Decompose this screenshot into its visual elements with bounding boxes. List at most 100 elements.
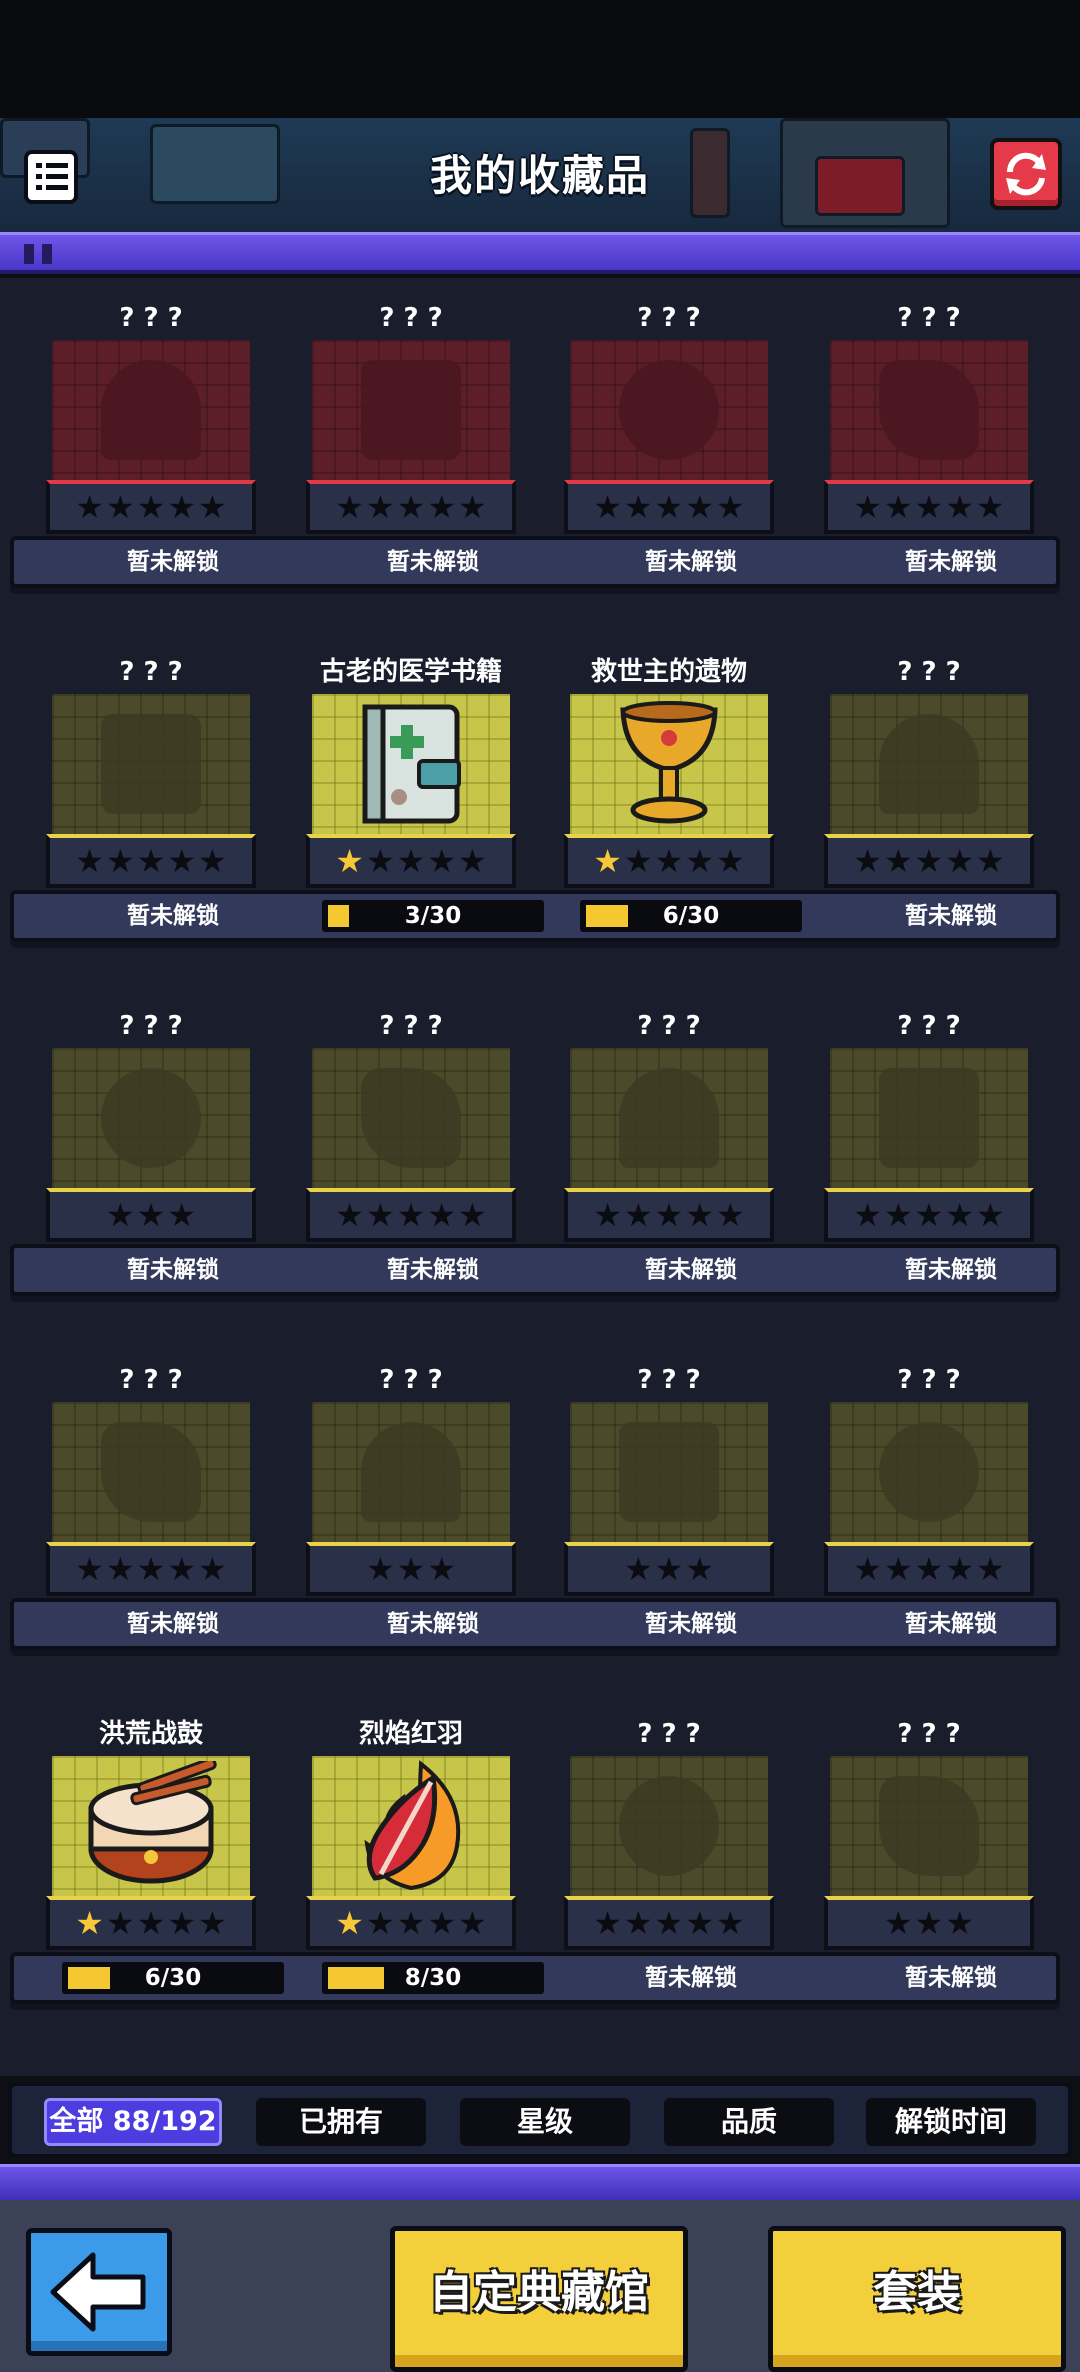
- filter-owned-button[interactable]: 已拥有: [256, 2098, 426, 2146]
- refresh-button[interactable]: [990, 138, 1062, 210]
- collect-progress-bar: 6/30: [62, 1962, 284, 1994]
- star-empty-icon: ★: [654, 1550, 684, 1588]
- bottom-divider-bar: [0, 2164, 1080, 2200]
- filter-all-button[interactable]: 全部 88/192: [44, 2098, 222, 2146]
- locked-status-label: 暂未解锁: [127, 549, 219, 575]
- locked-status-label: 暂未解锁: [127, 1611, 219, 1637]
- star-empty-icon: ★: [945, 1196, 975, 1234]
- filter-unlock-time-button[interactable]: 解锁时间: [866, 2098, 1036, 2146]
- star-empty-icon: ★: [458, 488, 487, 526]
- star-rating: ★ ★ ★ ★ ★: [46, 1542, 256, 1596]
- collectible-tile: [312, 1048, 510, 1188]
- star-rating: ★ ★ ★ ★ ★: [306, 834, 516, 888]
- filter-star-button[interactable]: 星级: [460, 2098, 630, 2146]
- star-empty-icon: ★: [685, 1196, 715, 1234]
- star-empty-icon: ★: [685, 842, 715, 880]
- collectible-tile: [312, 340, 510, 480]
- collectible-tile: [312, 1756, 510, 1896]
- custom-gallery-button[interactable]: 自定典藏馆: [390, 2226, 688, 2372]
- star-empty-icon: ★: [853, 1196, 882, 1234]
- star-filled-icon: ★: [335, 842, 364, 880]
- locked-silhouette-icon: [879, 1422, 979, 1522]
- star-empty-icon: ★: [167, 1904, 197, 1942]
- collectible-name: ? ? ?: [119, 657, 183, 687]
- star-empty-icon: ★: [685, 1904, 715, 1942]
- star-rating: ★ ★ ★ ★ ★: [564, 1896, 774, 1950]
- star-empty-icon: ★: [976, 842, 1005, 880]
- status-bar: [0, 0, 1080, 118]
- collectible-frame: ★ ★ ★ ★ ★: [564, 340, 774, 534]
- collectible-tile: [570, 694, 768, 834]
- back-button[interactable]: [26, 2228, 172, 2356]
- collectible-frame: ★ ★ ★ ★ ★: [824, 1048, 1034, 1242]
- collect-progress-bar: 6/30: [580, 900, 802, 932]
- collect-progress-bar: 3/30: [322, 900, 544, 932]
- collectible-tile: [570, 1048, 768, 1188]
- collectible-name: ? ? ?: [897, 303, 961, 333]
- star-empty-icon: ★: [427, 1904, 457, 1942]
- locked-silhouette-icon: [879, 1776, 979, 1876]
- progress-text: 6/30: [144, 1965, 202, 1991]
- collectible-tile: [830, 1048, 1028, 1188]
- star-empty-icon: ★: [976, 1550, 1005, 1588]
- locked-silhouette-icon: [619, 1422, 719, 1522]
- locked-status-label: 暂未解锁: [387, 549, 479, 575]
- star-empty-icon: ★: [365, 1904, 395, 1942]
- collectible-frame: ★ ★ ★ ★ ★: [46, 1402, 256, 1596]
- filter-bar: 全部 88/192 已拥有 星级 品质 解锁时间: [8, 2082, 1072, 2158]
- star-empty-icon: ★: [945, 842, 975, 880]
- star-empty-icon: ★: [914, 1196, 944, 1234]
- collectible-frame: ★ ★ ★ ★ ★: [564, 694, 774, 888]
- locked-status-label: 暂未解锁: [905, 549, 997, 575]
- collectible-frame: ★ ★ ★ ★ ★: [306, 1048, 516, 1242]
- shelf-row: 暂未解锁 3/30 6/30 暂未解锁: [10, 890, 1060, 942]
- star-empty-icon: ★: [75, 1550, 104, 1588]
- collect-progress-bar: 8/30: [322, 1962, 544, 1994]
- star-empty-icon: ★: [883, 1550, 913, 1588]
- collectible-name: ? ? ?: [897, 657, 961, 687]
- star-empty-icon: ★: [716, 488, 745, 526]
- collectible-name: 洪荒战鼓: [98, 1719, 203, 1749]
- collectible-name: ? ? ?: [897, 1365, 961, 1395]
- collectible-name: 烈焰红羽: [358, 1719, 463, 1749]
- star-rating: ★ ★ ★ ★ ★: [306, 1188, 516, 1242]
- filter-quality-button[interactable]: 品质: [664, 2098, 834, 2146]
- star-empty-icon: ★: [593, 488, 622, 526]
- star-empty-icon: ★: [685, 1550, 715, 1588]
- collectible-name: ? ? ?: [897, 1719, 961, 1749]
- star-empty-icon: ★: [623, 488, 653, 526]
- outfit-button[interactable]: 套装: [768, 2226, 1066, 2372]
- collectible-tile: [52, 340, 250, 480]
- collectible-name: 古老的医学书籍: [319, 657, 502, 687]
- progress-text: 8/30: [404, 1965, 462, 1991]
- collectible-frame: ★ ★ ★ ★ ★: [306, 1756, 516, 1950]
- collectible-frame: ★ ★ ★ ★ ★: [46, 1756, 256, 1950]
- star-empty-icon: ★: [396, 1196, 426, 1234]
- star-empty-icon: ★: [105, 842, 135, 880]
- star-empty-icon: ★: [654, 1904, 684, 1942]
- locked-silhouette-icon: [879, 1068, 979, 1168]
- star-empty-icon: ★: [883, 1196, 913, 1234]
- page-title: 我的收藏品: [429, 151, 650, 200]
- star-empty-icon: ★: [654, 488, 684, 526]
- collectible-name: ? ? ?: [637, 303, 701, 333]
- collectible-tile: [830, 1402, 1028, 1542]
- collection-grid: 暂未解锁 暂未解锁 暂未解锁 暂未解锁? ? ? ★ ★ ★ ★ ★? ? ? ★ ★ ★ ★ ★? ? …: [0, 278, 1080, 2076]
- star-empty-icon: ★: [458, 1904, 487, 1942]
- collectible-frame: ★ ★ ★ ★ ★: [46, 340, 256, 534]
- locked-silhouette-icon: [101, 714, 201, 814]
- star-empty-icon: ★: [427, 842, 457, 880]
- star-empty-icon: ★: [654, 1196, 684, 1234]
- star-empty-icon: ★: [685, 488, 715, 526]
- star-empty-icon: ★: [75, 842, 104, 880]
- star-rating: ★ ★ ★: [306, 1542, 516, 1596]
- star-empty-icon: ★: [883, 488, 913, 526]
- star-rating: ★ ★ ★: [824, 1896, 1034, 1950]
- collectible-name: 救世主的遗物: [590, 657, 747, 687]
- locked-silhouette-icon: [101, 1422, 201, 1522]
- locked-silhouette-icon: [879, 714, 979, 814]
- star-empty-icon: ★: [167, 1550, 197, 1588]
- star-empty-icon: ★: [396, 488, 426, 526]
- collectible-frame: ★ ★ ★ ★ ★: [824, 694, 1034, 888]
- star-filled-icon: ★: [593, 842, 622, 880]
